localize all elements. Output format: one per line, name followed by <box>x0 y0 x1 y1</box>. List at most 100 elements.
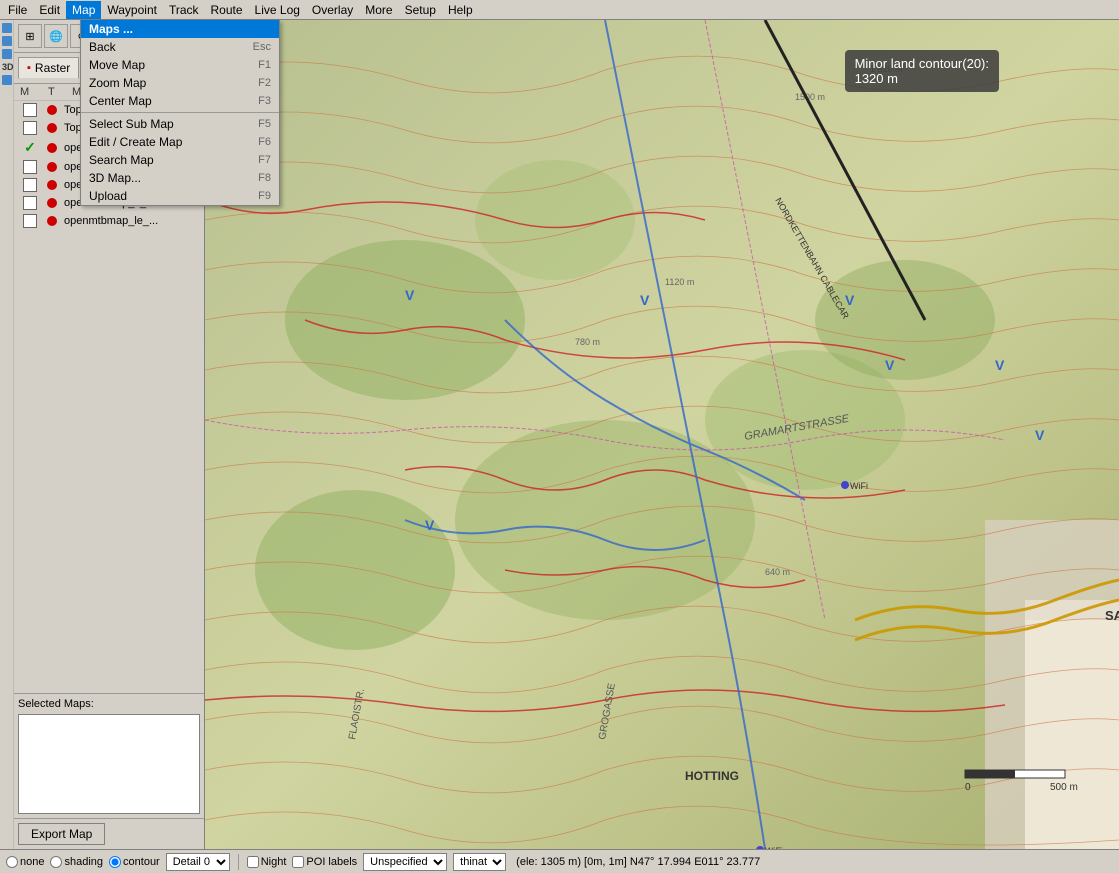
3dmap-label: 3D Map... <box>89 171 141 185</box>
checkbox-icon-0 <box>23 103 37 117</box>
svg-text:1120 m: 1120 m <box>665 277 694 287</box>
dropdown-separator <box>81 112 279 113</box>
statusbar: none shading contour Detail 0 Detail 1 D… <box>0 849 1119 873</box>
map-svg: 0 500 m GRAMARTSTRASSE HOTTING SAGGEN FL… <box>205 20 1119 849</box>
item-checkbox-6[interactable] <box>20 214 40 228</box>
tab-raster[interactable]: ▪ Raster <box>18 57 79 79</box>
side-icon-3[interactable] <box>2 49 12 59</box>
svg-text:V: V <box>425 517 435 533</box>
editcreatemap-label: Edit / Create Map <box>89 135 182 149</box>
svg-text:780 m: 780 m <box>575 337 600 347</box>
checkbox-icon-4 <box>23 178 37 192</box>
menu-setup[interactable]: Setup <box>399 1 442 19</box>
side-icon-4[interactable] <box>2 75 12 85</box>
red-dot-0 <box>47 105 57 115</box>
dropdown-item-editcreatemap[interactable]: Edit / Create Map F6 <box>81 133 279 151</box>
checkbox-icon-1 <box>23 121 37 135</box>
centermap-label: Center Map <box>89 94 152 108</box>
toolbar-btn-globe[interactable]: 🌐 <box>44 24 68 48</box>
item-checkbox-4[interactable] <box>20 178 40 192</box>
maps-dropdown-header: Maps ... <box>81 20 279 38</box>
side-icon-3d[interactable]: 3D <box>2 62 12 72</box>
map-area[interactable]: 0 500 m GRAMARTSTRASSE HOTTING SAGGEN FL… <box>205 20 1119 849</box>
checkbox-icon-3 <box>23 160 37 174</box>
radio-none-label: none <box>20 856 44 868</box>
item-check-2[interactable]: ✓ <box>20 139 40 156</box>
svg-text:V: V <box>995 357 1005 373</box>
item-dot-5 <box>44 198 60 208</box>
upload-label: Upload <box>89 189 127 203</box>
radio-contour-label: contour <box>123 856 160 868</box>
menu-route[interactable]: Route <box>205 1 249 19</box>
dropdown-item-centermap[interactable]: Center Map F3 <box>81 92 279 110</box>
svg-text:0: 0 <box>965 782 971 793</box>
side-icon-1[interactable] <box>2 23 12 33</box>
red-dot-6 <box>47 216 57 226</box>
night-checkbox[interactable]: Night <box>247 856 287 868</box>
toolbar-btn-grid[interactable]: ⊞ <box>18 24 42 48</box>
movemap-label: Move Map <box>89 58 145 72</box>
side-icon-2[interactable] <box>2 36 12 46</box>
radio-none[interactable]: none <box>6 856 44 868</box>
item-dot-2 <box>44 143 60 153</box>
red-dot-4 <box>47 180 57 190</box>
night-checkbox-input[interactable] <box>247 856 259 868</box>
item-name-6: openmtbmap_le_... <box>64 215 198 227</box>
item-checkbox-1[interactable] <box>20 121 40 135</box>
radio-none-input[interactable] <box>6 856 18 868</box>
export-section: Export Map <box>14 818 204 849</box>
menu-track[interactable]: Track <box>163 1 205 19</box>
dropdown-item-zoommap[interactable]: Zoom Map F2 <box>81 74 279 92</box>
svg-text:V: V <box>640 292 650 308</box>
dropdown-item-searchmap[interactable]: Search Map F7 <box>81 151 279 169</box>
menu-overlay[interactable]: Overlay <box>306 1 359 19</box>
menu-file[interactable]: File <box>2 1 33 19</box>
list-item[interactable]: openmtbmap_le_... <box>14 212 204 230</box>
item-dot-1 <box>44 123 60 133</box>
svg-text:SAGGEN: SAGGEN <box>1105 608 1119 623</box>
dropdown-item-movemap[interactable]: Move Map F1 <box>81 56 279 74</box>
radio-shading-input[interactable] <box>50 856 62 868</box>
radio-shading-label: shading <box>64 856 103 868</box>
dropdown-item-upload[interactable]: Upload F9 <box>81 187 279 205</box>
poi-labels-input[interactable] <box>292 856 304 868</box>
dropdown-item-3dmap[interactable]: 3D Map... F8 <box>81 169 279 187</box>
item-checkbox-3[interactable] <box>20 160 40 174</box>
menu-waypoint[interactable]: Waypoint <box>101 1 163 19</box>
editcreatemap-shortcut: F6 <box>258 136 271 148</box>
radio-shading[interactable]: shading <box>50 856 103 868</box>
raster-icon: ▪ <box>27 62 31 74</box>
menu-help[interactable]: Help <box>442 1 479 19</box>
item-dot-6 <box>44 216 60 226</box>
unspecified-select[interactable]: Unspecified <box>363 853 447 871</box>
tab-raster-label: Raster <box>35 61 70 75</box>
svg-text:1 520 m: 1 520 m <box>870 64 903 74</box>
detail-select[interactable]: Detail 0 Detail 1 Detail 2 <box>166 853 230 871</box>
item-checkbox-5[interactable] <box>20 196 40 210</box>
menu-map[interactable]: Map <box>66 1 101 19</box>
menu-livelog[interactable]: Live Log <box>249 1 306 19</box>
radio-contour-input[interactable] <box>109 856 121 868</box>
menu-edit[interactable]: Edit <box>33 1 66 19</box>
svg-text:V: V <box>405 287 415 303</box>
svg-text:V: V <box>845 292 855 308</box>
item-checkbox-0[interactable] <box>20 103 40 117</box>
menubar: File Edit Map Waypoint Track Route Live … <box>0 0 1119 20</box>
dropdown-item-back[interactable]: Back Esc <box>81 38 279 56</box>
radio-contour[interactable]: contour <box>109 856 160 868</box>
svg-text:V: V <box>885 357 895 373</box>
status-coords: (ele: 1305 m) [0m, 1m] N47° 17.994 E011°… <box>516 856 760 868</box>
menu-more[interactable]: More <box>359 1 398 19</box>
item-dot-3 <box>44 162 60 172</box>
selectsubmap-shortcut: F5 <box>258 118 271 130</box>
export-map-button[interactable]: Export Map <box>18 823 105 845</box>
svg-text:HOTTING: HOTTING <box>685 769 739 783</box>
red-dot-3 <box>47 162 57 172</box>
svg-text:500 m: 500 m <box>1050 782 1078 793</box>
poi-labels-checkbox[interactable]: POI labels <box>292 856 357 868</box>
check-icon-2: ✓ <box>24 139 36 156</box>
profile-select[interactable]: thinat <box>453 853 506 871</box>
zoommap-label: Zoom Map <box>89 76 146 90</box>
centermap-shortcut: F3 <box>258 95 271 107</box>
dropdown-item-selectsubmap[interactable]: Select Sub Map F5 <box>81 115 279 133</box>
